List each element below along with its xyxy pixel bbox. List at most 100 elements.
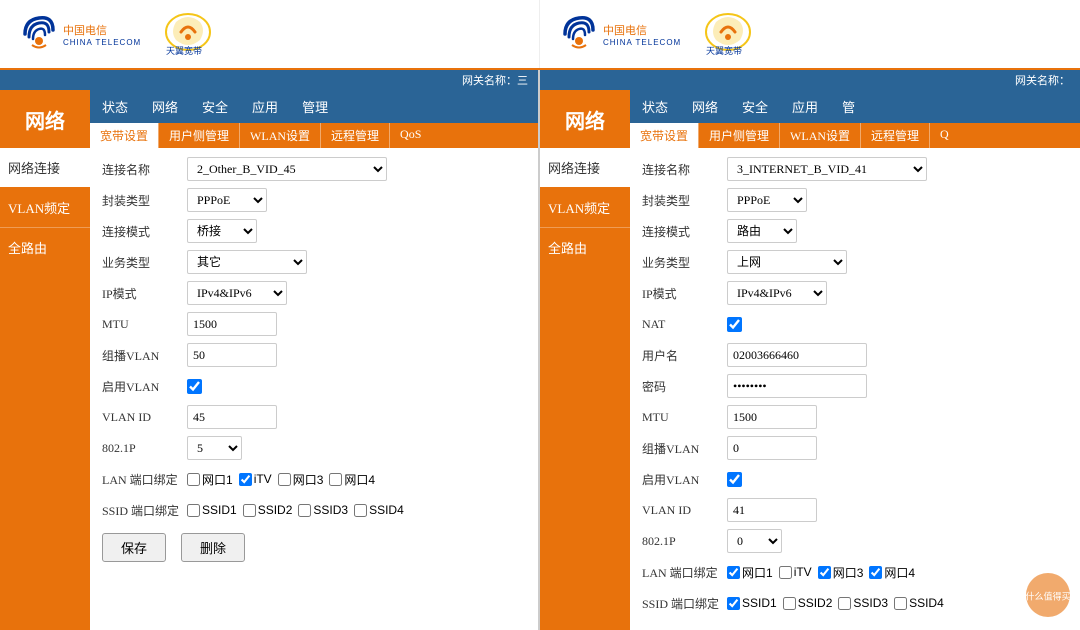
svg-text:天翼宽带: 天翼宽带 <box>166 45 202 56</box>
left-mtu-input[interactable] <box>187 312 277 336</box>
right-vlan-id-row: VLAN ID <box>642 497 1068 523</box>
left-encap-row: 封装类型 PPPoE <box>102 187 526 213</box>
left-delete-button[interactable]: 删除 <box>181 533 245 562</box>
right-connect-mode-row: 连接模式 路由 <box>642 218 1068 244</box>
right-sidebar-network[interactable]: 网络连接 <box>540 148 630 188</box>
right-password-input[interactable] <box>727 374 867 398</box>
left-ssid1[interactable]: SSID1 <box>187 503 237 517</box>
left-sub-remote[interactable]: 远程管理 <box>320 123 389 148</box>
right-nav-security[interactable]: 安全 <box>730 90 780 123</box>
left-telecom-logo: 中国电信 CHINA TELECOM <box>20 15 141 53</box>
left-vlan-id-row: VLAN ID <box>102 404 526 430</box>
left-sidebar-network[interactable]: 网络连接 <box>0 148 90 188</box>
left-connect-mode-row: 连接模式 桥接 <box>102 218 526 244</box>
left-service-label: 业务类型 <box>102 254 187 271</box>
left-dot1p-select[interactable]: 5 <box>187 436 242 460</box>
left-conn-label: 连接名称 <box>102 161 187 178</box>
left-nav-security[interactable]: 安全 <box>190 90 240 123</box>
left-sidebar-route[interactable]: 全路由 <box>0 228 90 267</box>
right-ssid1[interactable]: SSID1 <box>727 596 777 610</box>
left-lan-itv[interactable]: iTV <box>239 472 272 486</box>
right-sub-user[interactable]: 用户侧管理 <box>698 123 779 148</box>
right-nav-title: 网络 <box>540 90 630 148</box>
right-username-label: 用户名 <box>642 347 727 364</box>
svg-text:什么值得买: 什么值得买 <box>1025 590 1070 601</box>
right-encap-label: 封装类型 <box>642 192 727 209</box>
left-ssid2[interactable]: SSID2 <box>243 503 293 517</box>
right-nav-manage[interactable]: 管 <box>830 90 867 123</box>
left-nav-app[interactable]: 应用 <box>240 90 290 123</box>
left-service-select[interactable]: 其它 <box>187 250 307 274</box>
left-sidebar-vlan[interactable]: VLAN频定 <box>0 188 90 228</box>
left-nav-network[interactable]: 网络 <box>140 90 190 123</box>
right-lan-port4[interactable]: 网口4 <box>869 564 915 581</box>
left-mtu-row: MTU <box>102 311 526 337</box>
left-nav-manage[interactable]: 管理 <box>290 90 340 123</box>
left-ssid3[interactable]: SSID3 <box>298 503 348 517</box>
right-connection-name-row: 连接名称 3_INTERNET_B_VID_41 <box>642 156 1068 182</box>
right-ssid-ports: SSID1 SSID2 SSID3 SSID4 <box>727 596 944 610</box>
right-ssid-bind-row: SSID 端口绑定 SSID1 SSID2 SSID3 SSID4 <box>642 590 1068 616</box>
left-group-vlan-row: 组播VLAN <box>102 342 526 368</box>
left-ssid4[interactable]: SSID4 <box>354 503 404 517</box>
left-sub-user[interactable]: 用户侧管理 <box>158 123 239 148</box>
left-enable-vlan-row: 启用VLAN <box>102 373 526 399</box>
right-sub-q[interactable]: Q <box>929 123 959 148</box>
left-sub-wlan[interactable]: WLAN设置 <box>239 123 320 148</box>
right-ssid4[interactable]: SSID4 <box>894 596 944 610</box>
right-connection-name-select[interactable]: 3_INTERNET_B_VID_41 <box>727 157 927 181</box>
left-sub-qos[interactable]: QoS <box>389 123 431 148</box>
right-password-label: 密码 <box>642 378 727 395</box>
left-sub-broadband[interactable]: 宽带设置 <box>90 123 158 148</box>
left-connect-mode-select[interactable]: 桥接 <box>187 219 257 243</box>
right-dot1p-label: 802.1P <box>642 534 727 549</box>
right-mtu-input[interactable] <box>727 405 817 429</box>
right-dot1p-select[interactable]: 0 <box>727 529 782 553</box>
left-enable-vlan-checkbox[interactable] <box>187 379 202 394</box>
left-group-vlan-input[interactable] <box>187 343 277 367</box>
right-nat-checkbox[interactable] <box>727 317 742 332</box>
left-dot1p-row: 802.1P 5 <box>102 435 526 461</box>
right-mtu-row: MTU <box>642 404 1068 430</box>
right-nav-app[interactable]: 应用 <box>780 90 830 123</box>
left-lan-ports: 网口1 iTV 网口3 网口4 <box>187 471 375 488</box>
right-enable-vlan-checkbox[interactable] <box>727 472 742 487</box>
right-ssid3[interactable]: SSID3 <box>838 596 888 610</box>
left-vlan-id-input[interactable] <box>187 405 277 429</box>
left-nav-status[interactable]: 状态 <box>90 90 140 123</box>
right-enable-vlan-label: 启用VLAN <box>642 471 727 488</box>
right-username-input[interactable] <box>727 343 867 367</box>
right-nav-network[interactable]: 网络 <box>680 90 730 123</box>
right-vlan-id-input[interactable] <box>727 498 817 522</box>
right-lan-port3[interactable]: 网口3 <box>818 564 864 581</box>
left-lan-port1[interactable]: 网口1 <box>187 471 233 488</box>
right-nav-status[interactable]: 状态 <box>630 90 680 123</box>
left-lan-bind-label: LAN 端口绑定 <box>102 471 187 488</box>
right-sub-broadband[interactable]: 宽带设置 <box>630 123 698 148</box>
right-vlan-id-label: VLAN ID <box>642 503 727 518</box>
right-group-vlan-input[interactable] <box>727 436 817 460</box>
left-ssid-bind-label: SSID 端口绑定 <box>102 502 187 519</box>
left-ip-label: IP模式 <box>102 285 187 302</box>
right-sidebar-route[interactable]: 全路由 <box>540 228 630 267</box>
right-sidebar-vlan[interactable]: VLAN频定 <box>540 188 630 228</box>
left-ip-select[interactable]: IPv4&IPv6 <box>187 281 287 305</box>
right-ip-select[interactable]: IPv4&IPv6 <box>727 281 827 305</box>
left-lan-port4[interactable]: 网口4 <box>329 471 375 488</box>
left-gateway-label: 网关名称：三 <box>462 75 528 87</box>
right-lan-port1[interactable]: 网口1 <box>727 564 773 581</box>
right-ssid2[interactable]: SSID2 <box>783 596 833 610</box>
right-connect-mode-select[interactable]: 路由 <box>727 219 797 243</box>
right-encap-select[interactable]: PPPoE <box>727 188 807 212</box>
right-sub-wlan[interactable]: WLAN设置 <box>779 123 860 148</box>
right-sub-remote[interactable]: 远程管理 <box>860 123 929 148</box>
left-save-button[interactable]: 保存 <box>102 533 166 562</box>
left-group-vlan-label: 组播VLAN <box>102 347 187 364</box>
left-encap-select[interactable]: PPPoE <box>187 188 267 212</box>
right-lan-itv[interactable]: iTV <box>779 565 812 579</box>
right-service-select[interactable]: 上网 <box>727 250 847 274</box>
left-connection-name-select[interactable]: 2_Other_B_VID_45 <box>187 157 387 181</box>
left-lan-port3[interactable]: 网口3 <box>278 471 324 488</box>
right-service-label: 业务类型 <box>642 254 727 271</box>
right-lan-bind-label: LAN 端口绑定 <box>642 564 727 581</box>
